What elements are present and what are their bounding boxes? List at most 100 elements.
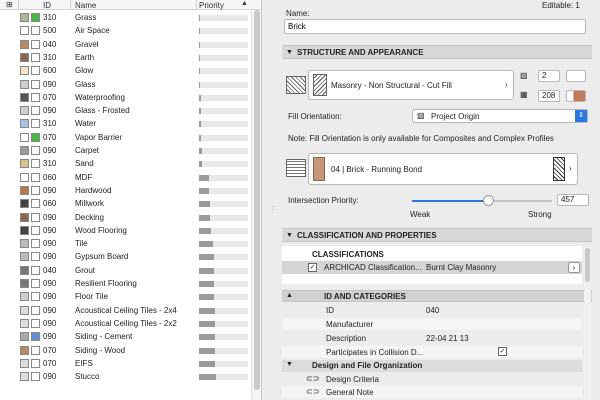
link-icon: ⊂⊃ [306, 374, 320, 383]
slider-weak-label: Weak [410, 210, 431, 219]
list-item[interactable]: 090 Stucco [0, 370, 250, 383]
surface-selector[interactable]: 04 | Brick - Running Bond › [308, 153, 578, 185]
classification-row[interactable]: ✓ ARCHICAD Classification... Burnt Clay … [282, 261, 582, 274]
list-item[interactable]: 090 Gypsum Board [0, 250, 250, 263]
surface-id: 090 [43, 279, 57, 288]
design-group-row[interactable]: ▼ Design and File Organization [282, 360, 582, 372]
priority-bar-fill [199, 94, 201, 101]
section-structure-appearance[interactable]: ▼ STRUCTURE AND APPEARANCE [282, 45, 592, 59]
list-item[interactable]: 040 Grout [0, 264, 250, 277]
slider-fill [412, 200, 489, 202]
list-item[interactable]: 500 Air Space [0, 24, 250, 37]
fill-orientation-dropdown[interactable]: ▧ Project Origin ⇕ [412, 109, 588, 123]
classification-checkbox[interactable]: ✓ [308, 263, 317, 272]
column-icon-header[interactable]: ⊞ [6, 0, 13, 9]
list-scrollbar-thumb[interactable] [254, 10, 260, 390]
intersection-slider[interactable] [412, 195, 552, 206]
property-row[interactable]: ID 040 [282, 304, 582, 316]
priority-bar-fill [199, 307, 215, 314]
list-item[interactable]: 310 Earth [0, 51, 250, 64]
column-header-priority[interactable]: Priority [199, 1, 224, 10]
cut-fill-selector[interactable]: Masonry - Non Structural - Cut Fill › [308, 70, 514, 100]
list-item[interactable]: 090 Acoustical Ceiling Tiles - 2x2 [0, 317, 250, 330]
list-item[interactable]: 310 Water [0, 117, 250, 130]
section-classification-properties[interactable]: ▼ CLASSIFICATION AND PROPERTIES [282, 228, 592, 242]
list-item[interactable]: 090 Glass - Frosted [0, 104, 250, 117]
list-item[interactable]: 090 Glass [0, 78, 250, 91]
vectorial-fill-swatch [31, 146, 40, 155]
surface-swatch [20, 305, 29, 315]
priority-bar [199, 121, 248, 128]
list-item[interactable]: 090 Floor Tile [0, 290, 250, 303]
property-row[interactable]: Participates in Collision D... ✓ [282, 346, 582, 358]
splitter-grip-icon[interactable]: ⋮ [269, 205, 277, 215]
priority-bar-fill [199, 81, 201, 88]
vectorial-fill-swatch [31, 159, 40, 169]
property-row-general-note[interactable]: ⊂⊃ General Note [282, 386, 582, 398]
surfaces-list-panel: ⊞ ID Name Priority ▲ 310 Grass 500 Air S… [0, 0, 262, 400]
name-input[interactable] [284, 19, 586, 34]
column-header-id[interactable]: ID [43, 1, 51, 10]
link-icon: ⊂⊃ [306, 387, 320, 396]
list-item[interactable]: 310 Sand [0, 157, 250, 170]
surface-id: 090 [43, 225, 57, 235]
property-row[interactable]: Manufacturer [282, 318, 582, 330]
vectorial-fill-swatch [31, 39, 40, 49]
list-item[interactable]: 060 Millwork [0, 197, 250, 210]
list-item[interactable]: 090 Tile [0, 237, 250, 250]
priority-bar [199, 347, 248, 354]
chevron-right-icon[interactable]: › [569, 164, 572, 173]
list-item[interactable]: 090 Siding - Cement [0, 330, 250, 343]
cut-fill-name: Masonry - Non Structural - Cut Fill [331, 81, 452, 90]
surface-swatch [20, 92, 29, 102]
list-item[interactable]: 090 Hardwood [0, 184, 250, 197]
collapse-triangle-icon[interactable]: ▼ [286, 232, 293, 239]
list-item[interactable]: 070 Waterproofing [0, 91, 250, 104]
chevron-right-icon[interactable]: › [568, 262, 580, 273]
list-item[interactable]: 310 Grass [0, 11, 250, 24]
sort-up-icon[interactable]: ▲ [241, 0, 248, 7]
list-item[interactable]: 070 Vapor Barrier [0, 131, 250, 144]
column-header-name[interactable]: Name [75, 1, 96, 10]
dropdown-chevron-icon[interactable]: ⇕ [575, 110, 587, 122]
surface-id: 090 [43, 239, 57, 249]
priority-bar [199, 241, 248, 248]
slider-thumb[interactable] [483, 195, 494, 206]
chevron-right-icon[interactable]: › [505, 80, 508, 89]
vectorial-fill-swatch [31, 225, 40, 235]
list-item[interactable]: 090 Carpet [0, 144, 250, 157]
collapse-triangle-icon[interactable]: ▲ [286, 292, 293, 299]
list-item[interactable]: 090 Wood Flooring [0, 224, 250, 237]
surface-name: EIFS [75, 358, 93, 368]
intersection-priority-input[interactable]: 457 [557, 194, 589, 206]
id-categories-header[interactable]: ▲ ID AND CATEGORIES [282, 290, 592, 302]
priority-bar [199, 227, 248, 234]
collapse-triangle-icon[interactable]: ▼ [286, 361, 293, 368]
list-item[interactable]: 090 Resilient Flooring [0, 277, 250, 290]
list-item[interactable]: 060 MDF [0, 171, 250, 184]
properties-scrollbar[interactable] [584, 246, 591, 400]
list-item[interactable]: 040 Gravel [0, 38, 250, 51]
list-item[interactable]: 090 Decking [0, 211, 250, 224]
pen2-swatch[interactable] [566, 90, 586, 102]
vectorial-fill-swatch [31, 332, 40, 342]
property-checkbox[interactable]: ✓ [498, 347, 507, 356]
priority-bar [199, 41, 248, 48]
list-item[interactable]: 090 Acoustical Ceiling Tiles - 2x4 [0, 304, 250, 317]
list-scrollbar[interactable] [251, 10, 261, 400]
surface-swatch [20, 132, 29, 142]
pen1-swatch[interactable] [566, 70, 586, 82]
list-item[interactable]: 070 Siding - Wood [0, 344, 250, 357]
surface-swatch [20, 279, 29, 288]
fill-orientation-note: Note: Fill Orientation is only available… [288, 134, 554, 143]
vectorial-fill-swatch [31, 119, 40, 129]
pen1-input[interactable]: 2 [538, 70, 560, 82]
list-item[interactable]: 600 Glow [0, 64, 250, 77]
list-item[interactable]: 070 EIFS [0, 357, 250, 370]
collapse-triangle-icon[interactable]: ▼ [286, 49, 293, 56]
property-row-design-criteria[interactable]: ⊂⊃ Design Criteria [282, 373, 582, 385]
properties-scrollbar-thumb[interactable] [585, 248, 590, 282]
panel-splitter[interactable]: ⋮ [262, 0, 282, 400]
pen2-input[interactable]: 208 [538, 90, 560, 102]
property-row[interactable]: Description 22-04 21 13 [282, 332, 582, 344]
